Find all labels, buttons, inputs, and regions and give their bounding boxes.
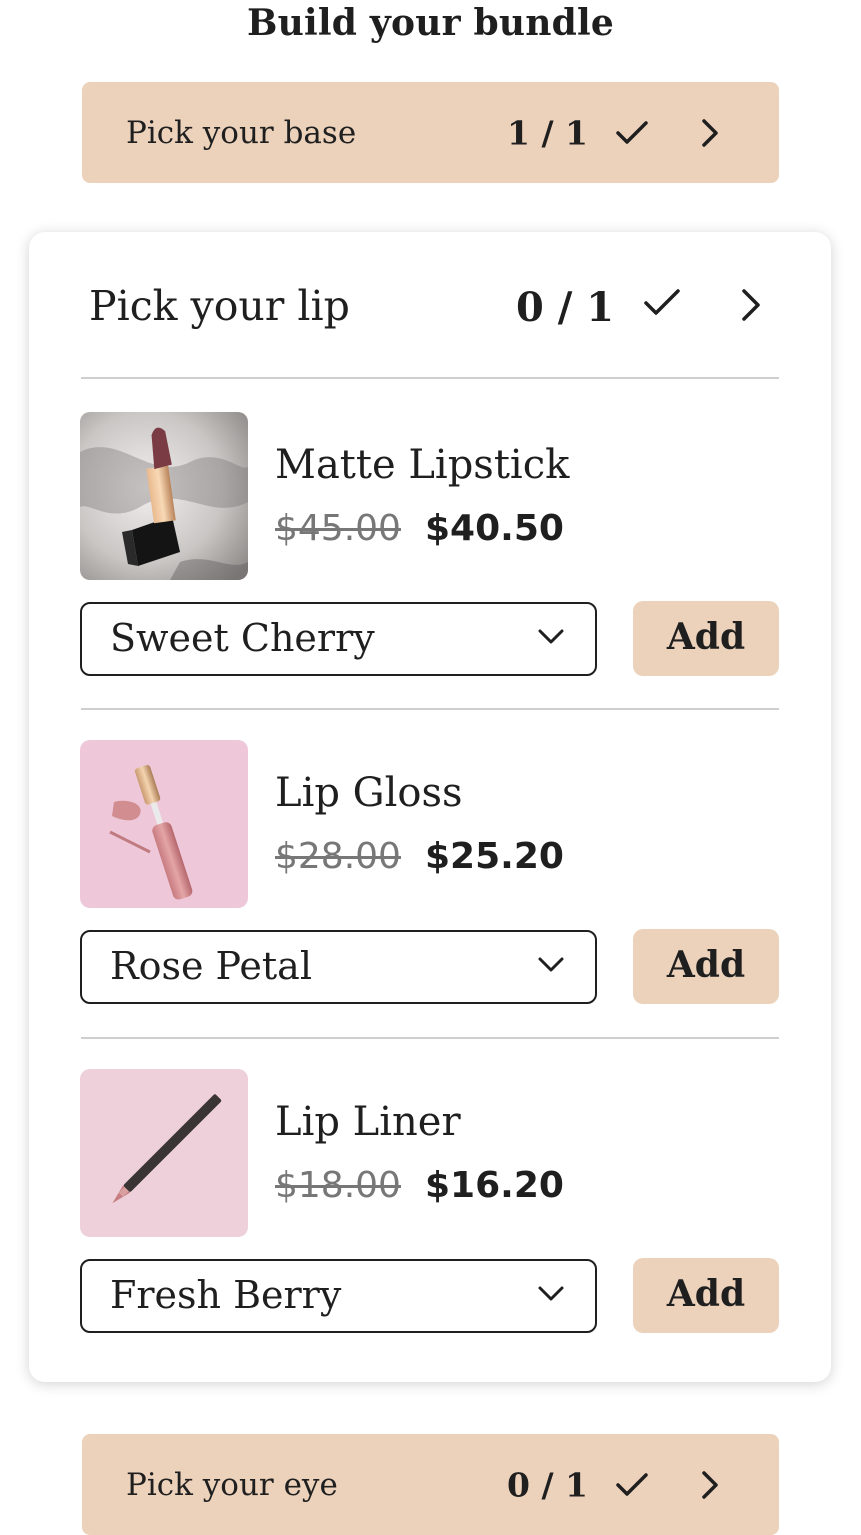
chevron-right-icon[interactable]: [700, 118, 720, 148]
product-name: Lip Liner: [275, 1099, 461, 1145]
variant-select[interactable]: Rose Petal: [80, 930, 597, 1004]
step-lip-label: Pick your lip: [89, 282, 350, 330]
divider: [81, 708, 779, 710]
variant-select-value: Rose Petal: [110, 944, 312, 988]
original-price: $18.00: [275, 1165, 401, 1206]
check-icon: [615, 1472, 649, 1498]
product-item-lip-liner: Lip Liner $18.00 $16.20 Fresh Berry Add: [80, 1069, 780, 1349]
step-eye-label: Pick your eye: [126, 1466, 338, 1503]
lip-liner-image: [80, 1069, 248, 1237]
original-price: $28.00: [275, 836, 401, 877]
divider: [81, 377, 779, 379]
page-title: Build your bundle: [247, 2, 614, 44]
chevron-down-icon: [537, 628, 565, 646]
add-button[interactable]: Add: [633, 1258, 779, 1333]
variant-select[interactable]: Sweet Cherry: [80, 602, 597, 676]
step-lip-count: 0 / 1: [516, 284, 615, 331]
chevron-right-icon[interactable]: [700, 1470, 720, 1500]
divider: [81, 1037, 779, 1039]
add-button[interactable]: Add: [633, 601, 779, 676]
sale-price: $25.20: [425, 836, 564, 877]
chevron-down-icon: [537, 956, 565, 974]
chevron-down-icon: [537, 1285, 565, 1303]
step-eye-bar[interactable]: Pick your eye 0 / 1: [82, 1434, 779, 1535]
sale-price: $40.50: [425, 508, 564, 549]
product-name: Matte Lipstick: [275, 442, 570, 488]
product-item-matte-lipstick: Matte Lipstick $45.00 $40.50 Sweet Cherr…: [80, 412, 780, 692]
step-lip-panel: Pick your lip 0 / 1 Matte Lipstick $45.0…: [29, 232, 831, 1382]
lip-gloss-image: [80, 740, 248, 908]
chevron-right-icon[interactable]: [739, 288, 763, 322]
step-lip-header[interactable]: Pick your lip 0 / 1: [29, 232, 831, 378]
step-eye-count: 0 / 1: [507, 1465, 588, 1504]
product-item-lip-gloss: Lip Gloss $28.00 $25.20 Rose Petal Add: [80, 740, 780, 1020]
variant-select-value: Sweet Cherry: [110, 616, 375, 660]
step-base-label: Pick your base: [126, 114, 357, 151]
original-price: $45.00: [275, 508, 401, 549]
check-icon: [643, 288, 681, 318]
check-icon: [615, 120, 649, 146]
sale-price: $16.20: [425, 1165, 564, 1206]
step-base-count: 1 / 1: [507, 113, 588, 152]
step-base-bar[interactable]: Pick your base 1 / 1: [82, 82, 779, 183]
variant-select-value: Fresh Berry: [110, 1273, 342, 1317]
variant-select[interactable]: Fresh Berry: [80, 1259, 597, 1333]
product-name: Lip Gloss: [275, 770, 463, 816]
add-button[interactable]: Add: [633, 929, 779, 1004]
lipstick-image: [80, 412, 248, 580]
